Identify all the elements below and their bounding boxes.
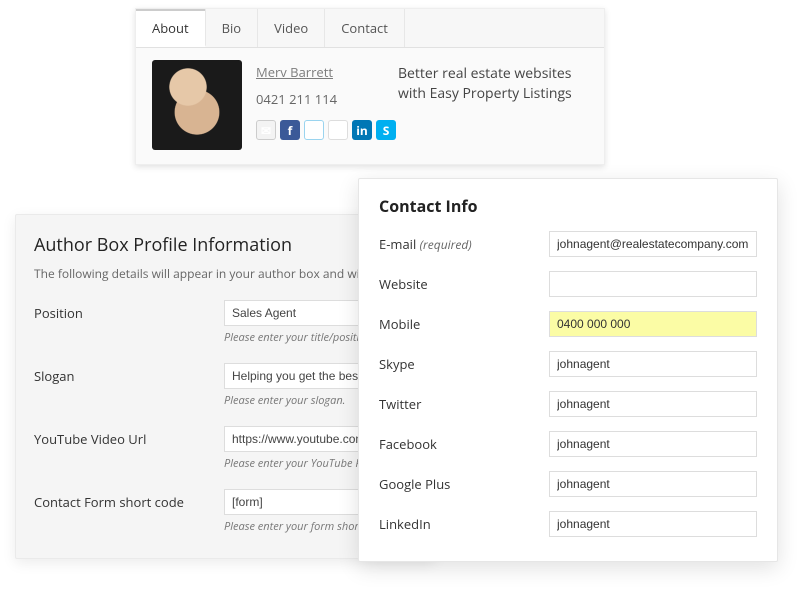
field-facebook: Facebook <box>379 431 757 457</box>
author-card: About Bio Video Contact Merv Barrett 042… <box>135 8 605 165</box>
tab-about[interactable]: About <box>136 9 206 47</box>
field-website: Website <box>379 271 757 297</box>
facebook-icon[interactable]: f <box>280 120 300 140</box>
facebook-input[interactable] <box>549 431 757 457</box>
field-skype: Skype <box>379 351 757 377</box>
position-label: Position <box>34 300 224 322</box>
google-plus-input[interactable] <box>549 471 757 497</box>
google-plus-label: Google Plus <box>379 475 549 493</box>
youtube-label: YouTube Video Url <box>34 426 224 448</box>
field-google-plus: Google Plus <box>379 471 757 497</box>
linkedin-label: LinkedIn <box>379 515 549 533</box>
google-plus-icon[interactable]: ⊞ <box>328 120 348 140</box>
skype-icon[interactable]: S <box>376 120 396 140</box>
slogan-label: Slogan <box>34 363 224 385</box>
tab-contact[interactable]: Contact <box>325 9 405 47</box>
facebook-label: Facebook <box>379 435 549 453</box>
skype-input[interactable] <box>549 351 757 377</box>
linkedin-input[interactable] <box>549 511 757 537</box>
author-phone: 0421 211 114 <box>256 90 398 108</box>
email-input[interactable] <box>549 231 757 257</box>
mobile-label: Mobile <box>379 315 549 333</box>
field-twitter: Twitter <box>379 391 757 417</box>
social-icons: ✉ f t ⊞ in S <box>256 120 398 140</box>
twitter-input[interactable] <box>549 391 757 417</box>
contact-info-panel: Contact Info E-mail (required) Website M… <box>358 178 778 562</box>
field-linkedin: LinkedIn <box>379 511 757 537</box>
author-slogan: Better real estate websites with Easy Pr… <box>398 64 588 103</box>
website-label: Website <box>379 275 549 293</box>
twitter-label: Twitter <box>379 395 549 413</box>
field-email: E-mail (required) <box>379 231 757 257</box>
contact-form-label: Contact Form short code <box>34 489 224 511</box>
email-label: E-mail (required) <box>379 235 549 253</box>
linkedin-icon[interactable]: in <box>352 120 372 140</box>
contact-info-title: Contact Info <box>379 195 757 217</box>
card-tabs: About Bio Video Contact <box>136 9 604 48</box>
avatar <box>152 60 242 150</box>
tab-bio[interactable]: Bio <box>206 9 259 47</box>
field-mobile: Mobile <box>379 311 757 337</box>
skype-label: Skype <box>379 355 549 373</box>
mobile-input[interactable] <box>549 311 757 337</box>
tab-video[interactable]: Video <box>258 9 325 47</box>
twitter-icon[interactable]: t <box>304 120 324 140</box>
mail-icon[interactable]: ✉ <box>256 120 276 140</box>
website-input[interactable] <box>549 271 757 297</box>
author-name-link[interactable]: Merv Barrett <box>256 63 333 81</box>
